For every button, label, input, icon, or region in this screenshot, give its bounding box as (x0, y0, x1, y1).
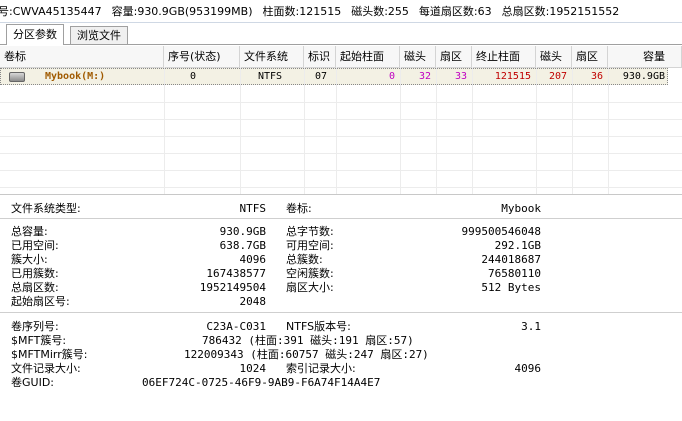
total-clusters-value: 244018687 (481, 253, 541, 266)
ntfs-version-value: 3.1 (521, 320, 541, 333)
disk-cylinders: 柱面数:121515 (262, 5, 342, 18)
col-filesystem[interactable]: 文件系统 (240, 46, 304, 67)
partition-volume-label: Mybook(M:) (45, 71, 106, 82)
mft-cluster-label: $MFT簇号: (11, 334, 67, 347)
partition-filesystem: NTFS (257, 71, 283, 82)
partition-end-sector: 36 (590, 71, 603, 82)
total-sectors-value: 1952149504 (199, 281, 266, 294)
partition-capacity: 930.9GB (622, 71, 665, 82)
table-row[interactable]: Mybook(M:) 0 NTFS 07 0 32 33 121515 207 … (0, 68, 668, 85)
partition-start-sector: 33 (454, 71, 467, 82)
partition-index: 0 (189, 71, 197, 82)
mft-cluster-value: 786432 (柱面:391 磁头:191 扇区:57) (202, 334, 414, 347)
partition-table-header: 卷标 序号(状态) 文件系统 标识 起始柱面 磁头 扇区 终止柱面 磁头 扇区 … (0, 46, 682, 68)
partition-id: 07 (314, 71, 328, 82)
used-space-value: 638.7GB (219, 239, 266, 252)
sector-size-value: 512 Bytes (481, 281, 541, 294)
index-record-size-value: 4096 (514, 362, 542, 375)
tab-browse-files[interactable]: 浏览文件 (70, 26, 128, 44)
start-sector-value: 2048 (239, 295, 267, 308)
total-sectors-label: 总扇区数: (11, 281, 59, 294)
used-space-label: 已用空间: (11, 239, 59, 252)
volume-serial-value: C23A-C031 (206, 320, 266, 333)
volume-label-label: 卷标: (286, 202, 312, 215)
free-space-label: 可用空间: (286, 239, 334, 252)
mftmirr-cluster-label: $MFTMirr簇号: (11, 348, 88, 361)
total-capacity-value: 930.9GB (219, 225, 266, 238)
volume-guid-label: 卷GUID: (11, 376, 54, 389)
volume-label-value: Mybook (501, 202, 541, 215)
file-record-size-label: 文件记录大小: (11, 362, 81, 375)
total-bytes-value: 999500546048 (461, 225, 541, 238)
tab-strip: 分区参数 浏览文件 (0, 24, 682, 45)
mftmirr-cluster-value: 122009343 (柱面:60757 磁头:247 扇区:27) (184, 348, 429, 361)
fs-type-label: 文件系统类型: (11, 202, 81, 215)
col-volume-label[interactable]: 卷标 (0, 46, 164, 67)
used-clusters-value: 167438577 (206, 267, 266, 280)
partition-details-panel: 文件系统类型: NTFS 卷标: Mybook 总容量: 930.9GB 总字节… (0, 196, 682, 421)
col-start-head[interactable]: 磁头 (400, 46, 436, 67)
disk-heads: 磁头数:255 (351, 5, 409, 18)
total-clusters-label: 总簇数: (286, 253, 323, 266)
disk-sectors-per-track: 每道扇区数:63 (418, 5, 492, 18)
col-start-sector[interactable]: 扇区 (436, 46, 472, 67)
partition-end-cylinder: 121515 (494, 71, 531, 82)
ntfs-version-label: NTFS版本号: (286, 320, 351, 333)
partition-end-head: 207 (548, 71, 567, 82)
col-end-sector[interactable]: 扇区 (572, 46, 608, 67)
sector-size-label: 扇区大小: (286, 281, 334, 294)
total-capacity-label: 总容量: (11, 225, 48, 238)
partition-table: 卷标 序号(状态) 文件系统 标识 起始柱面 磁头 扇区 终止柱面 磁头 扇区 … (0, 46, 682, 195)
free-clusters-label: 空闲簇数: (286, 267, 334, 280)
cluster-size-label: 簇大小: (11, 253, 48, 266)
start-sector-label: 起始扇区号: (11, 295, 70, 308)
col-end-head[interactable]: 磁头 (536, 46, 572, 67)
partition-start-cylinder: 0 (388, 71, 395, 82)
total-bytes-label: 总字节数: (286, 225, 334, 238)
disk-total-sectors: 总扇区数:1952151552 (501, 5, 620, 18)
index-record-size-label: 索引记录大小: (286, 362, 356, 375)
free-space-value: 292.1GB (494, 239, 541, 252)
file-record-size-value: 1024 (239, 362, 267, 375)
used-clusters-label: 已用簇数: (11, 267, 59, 280)
tab-partition-params[interactable]: 分区参数 (6, 24, 64, 45)
free-clusters-value: 76580110 (488, 267, 541, 280)
col-capacity[interactable]: 容量 (608, 46, 682, 67)
fs-type-value: NTFS (239, 202, 267, 215)
col-end-cylinder[interactable]: 终止柱面 (472, 46, 536, 67)
cluster-size-value: 4096 (239, 253, 267, 266)
disk-capacity: 容量:930.9GB(953199MB) (111, 5, 253, 18)
col-id[interactable]: 标识 (304, 46, 336, 67)
volume-serial-label: 卷序列号: (11, 320, 59, 333)
col-start-cylinder[interactable]: 起始柱面 (336, 46, 400, 67)
disk-info-bar: 号:CWVA45135447 容量:930.9GB(953199MB) 柱面数:… (0, 0, 682, 23)
col-index-status[interactable]: 序号(状态) (164, 46, 240, 67)
hard-drive-icon (9, 72, 25, 82)
partition-start-head: 32 (418, 71, 431, 82)
disk-model: 号:CWVA45135447 (0, 5, 102, 18)
volume-guid-value: 06EF724C-0725-46F9-9AB9-F6A74F14A4E7 (142, 376, 381, 389)
